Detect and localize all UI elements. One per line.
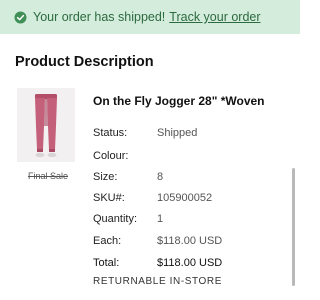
detail-row-total: Total: — [93, 257, 119, 269]
check-circle-icon — [14, 11, 27, 24]
scrollbar[interactable] — [292, 168, 295, 286]
shipping-status-banner: Your order has shipped! Track your order — [0, 0, 300, 34]
shipped-message: Your order has shipped! — [33, 10, 166, 24]
detail-row-quantity: Quantity: — [93, 213, 137, 225]
colour-label: Colour: — [93, 150, 129, 162]
product-image[interactable] — [17, 88, 75, 162]
each-value: $118.00 USD — [157, 235, 223, 247]
size-label: Size: — [93, 171, 118, 183]
size-value: 8 — [157, 171, 164, 183]
final-sale-label: Final Sale — [28, 171, 69, 181]
sku-label: SKU#: — [93, 192, 125, 204]
sku-value: 105900052 — [157, 192, 213, 204]
status-label: Status: — [93, 127, 128, 139]
quantity-value: 1 — [157, 213, 164, 225]
detail-row-sku: SKU#: — [93, 192, 125, 204]
product-name: On the Fly Jogger 28" *Woven — [93, 94, 265, 108]
status-value: Shipped — [157, 127, 198, 139]
detail-row-each: Each: — [93, 235, 121, 247]
total-value: $118.00 USD — [157, 257, 223, 269]
detail-row-size: Size: — [93, 171, 117, 183]
detail-row-status: Status: — [93, 127, 127, 139]
each-label: Each: — [93, 235, 122, 247]
product-description-heading: Product Description — [15, 54, 154, 70]
returnable-in-store-note: RETURNABLE IN-STORE — [93, 276, 223, 287]
detail-row-colour: Colour: — [93, 150, 128, 162]
total-label: Total: — [93, 257, 120, 269]
track-order-link[interactable]: Track your order — [169, 10, 260, 24]
quantity-label: Quantity: — [93, 213, 138, 225]
